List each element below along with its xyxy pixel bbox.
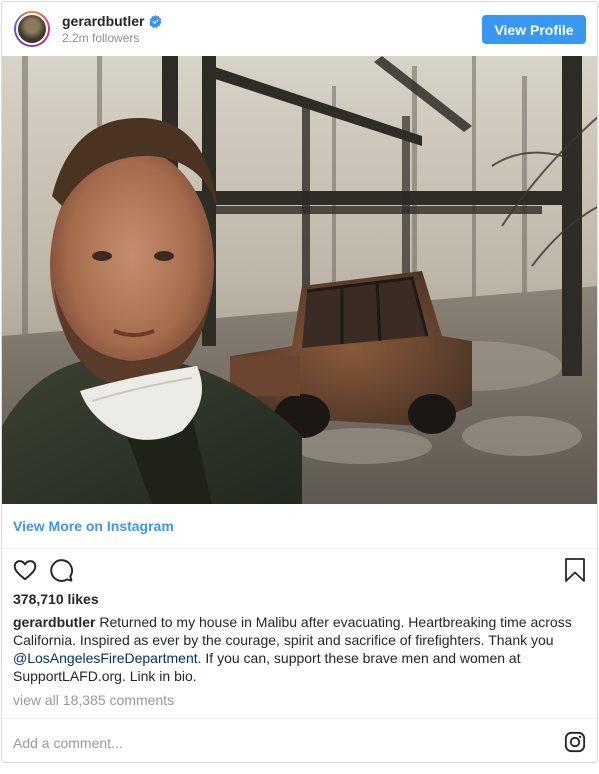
instagram-icon[interactable] bbox=[564, 731, 586, 753]
post-caption: gerardbutler Returned to my house in Mal… bbox=[13, 613, 589, 685]
username-link[interactable]: gerardbutler bbox=[62, 13, 144, 29]
comment-bar: Add a comment... bbox=[2, 718, 597, 762]
action-bar bbox=[2, 550, 597, 590]
comment-icon[interactable] bbox=[48, 557, 74, 583]
view-all-comments-link[interactable]: view all 18,385 comments bbox=[13, 692, 174, 708]
post-photo-image bbox=[2, 56, 597, 504]
caption-text-before: Returned to my house in Malibu after eva… bbox=[13, 614, 572, 648]
heart-icon[interactable] bbox=[12, 557, 38, 583]
view-more-section: View More on Instagram bbox=[2, 504, 597, 549]
avatar[interactable] bbox=[14, 11, 50, 47]
like-count: 378,710 likes bbox=[13, 591, 99, 607]
add-comment-input[interactable]: Add a comment... bbox=[13, 735, 123, 751]
follower-count: 2.2m followers bbox=[62, 31, 140, 45]
bookmark-icon[interactable] bbox=[564, 557, 586, 583]
view-more-link[interactable]: View More on Instagram bbox=[13, 518, 174, 534]
post-photo[interactable] bbox=[2, 56, 597, 504]
view-profile-button[interactable]: View Profile bbox=[482, 15, 586, 44]
verified-icon bbox=[149, 14, 163, 28]
username-row: gerardbutler bbox=[62, 13, 163, 29]
post-header: gerardbutler 2.2m followers View Profile bbox=[2, 2, 597, 56]
instagram-embed-card: gerardbutler 2.2m followers View Profile bbox=[1, 1, 598, 763]
caption-mention-link[interactable]: @LosAngelesFireDepartment bbox=[13, 650, 198, 666]
caption-username[interactable]: gerardbutler bbox=[13, 614, 95, 630]
avatar-image bbox=[16, 13, 48, 45]
